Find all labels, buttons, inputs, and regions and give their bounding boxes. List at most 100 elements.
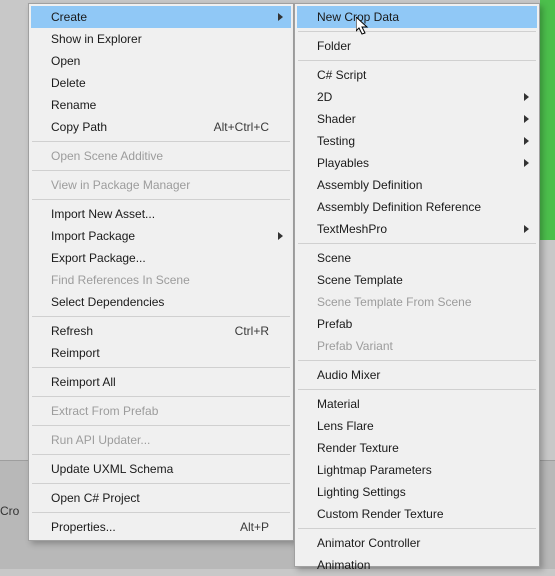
menu-item-scene[interactable]: Scene	[297, 247, 537, 269]
menu-item-properties[interactable]: Properties...Alt+P	[31, 516, 291, 538]
menu-item-label: Open Scene Additive	[51, 149, 269, 163]
menu-item-label: C# Script	[317, 68, 515, 82]
menu-item-label: Export Package...	[51, 251, 269, 265]
menu-item-label: Custom Render Texture	[317, 507, 515, 521]
menu-item-prefab[interactable]: Prefab	[297, 313, 537, 335]
menu-item-label: Folder	[317, 39, 515, 53]
menu-item-show-in-explorer[interactable]: Show in Explorer	[31, 28, 291, 50]
menu-item-label: Reimport	[51, 346, 269, 360]
menu-item-label: Rename	[51, 98, 269, 112]
menu-item-label: Update UXML Schema	[51, 462, 269, 476]
menu-item-folder[interactable]: Folder	[297, 35, 537, 57]
context-menu-primary[interactable]: Create Show in Explorer Open Delete Rename Co…	[28, 3, 294, 541]
menu-item-animation[interactable]: Animation	[297, 554, 537, 576]
menu-separator	[298, 243, 536, 244]
menu-item-label: Scene Template From Scene	[317, 295, 515, 309]
menu-separator	[298, 389, 536, 390]
menu-item-open-csharp-project[interactable]: Open C# Project	[31, 487, 291, 509]
menu-item-assembly-definition[interactable]: Assembly Definition	[297, 174, 537, 196]
menu-item-label: Copy Path	[51, 120, 214, 134]
menu-item-scene-template-from-scene: Scene Template From Scene	[297, 291, 537, 313]
background-accent	[540, 0, 555, 240]
menu-item-reimport-all[interactable]: Reimport All	[31, 371, 291, 393]
menu-item-import-new-asset[interactable]: Import New Asset...	[31, 203, 291, 225]
menu-separator	[32, 367, 290, 368]
menu-item-label: Playables	[317, 156, 515, 170]
menu-item-run-api-updater: Run API Updater...	[31, 429, 291, 451]
menu-item-label: Open	[51, 54, 269, 68]
submenu-arrow-icon	[278, 13, 283, 21]
menu-item-select-dependencies[interactable]: Select Dependencies	[31, 291, 291, 313]
menu-separator	[32, 483, 290, 484]
menu-item-lighting-settings[interactable]: Lighting Settings	[297, 481, 537, 503]
menu-item-playables[interactable]: Playables	[297, 152, 537, 174]
menu-item-label: Properties...	[51, 520, 240, 534]
menu-item-label: Refresh	[51, 324, 235, 338]
submenu-arrow-icon	[524, 137, 529, 145]
menu-separator	[32, 425, 290, 426]
menu-item-label: New Crop Data	[317, 10, 515, 24]
menu-item-label: Import Package	[51, 229, 269, 243]
menu-item-label: Delete	[51, 76, 269, 90]
menu-item-label: Find References In Scene	[51, 273, 269, 287]
menu-item-view-in-package-manager: View in Package Manager	[31, 174, 291, 196]
menu-item-lens-flare[interactable]: Lens Flare	[297, 415, 537, 437]
menu-item-shortcut: Alt+Ctrl+C	[214, 120, 269, 134]
menu-item-assembly-definition-reference[interactable]: Assembly Definition Reference	[297, 196, 537, 218]
menu-item-label: Assembly Definition Reference	[317, 200, 515, 214]
menu-separator	[32, 170, 290, 171]
menu-item-label: Extract From Prefab	[51, 404, 269, 418]
menu-item-label: Lightmap Parameters	[317, 463, 515, 477]
menu-item-label: Create	[51, 10, 269, 24]
menu-item-extract-from-prefab: Extract From Prefab	[31, 400, 291, 422]
menu-separator	[32, 454, 290, 455]
submenu-arrow-icon	[524, 159, 529, 167]
menu-item-label: Material	[317, 397, 515, 411]
menu-separator	[32, 316, 290, 317]
menu-item-custom-render-texture[interactable]: Custom Render Texture	[297, 503, 537, 525]
menu-item-label: Import New Asset...	[51, 207, 269, 221]
menu-item-testing[interactable]: Testing	[297, 130, 537, 152]
menu-item-label: Prefab Variant	[317, 339, 515, 353]
menu-item-animator-controller[interactable]: Animator Controller	[297, 532, 537, 554]
menu-separator	[298, 528, 536, 529]
menu-item-lightmap-parameters[interactable]: Lightmap Parameters	[297, 459, 537, 481]
menu-item-material[interactable]: Material	[297, 393, 537, 415]
menu-item-render-texture[interactable]: Render Texture	[297, 437, 537, 459]
menu-item-shortcut: Alt+P	[240, 520, 269, 534]
menu-item-label: Lighting Settings	[317, 485, 515, 499]
submenu-arrow-icon	[524, 225, 529, 233]
submenu-arrow-icon	[524, 93, 529, 101]
menu-item-shader[interactable]: Shader	[297, 108, 537, 130]
menu-item-find-references: Find References In Scene	[31, 269, 291, 291]
menu-item-rename[interactable]: Rename	[31, 94, 291, 116]
menu-separator	[32, 396, 290, 397]
menu-item-prefab-variant: Prefab Variant	[297, 335, 537, 357]
menu-item-refresh[interactable]: RefreshCtrl+R	[31, 320, 291, 342]
menu-item-scene-template[interactable]: Scene Template	[297, 269, 537, 291]
menu-item-create[interactable]: Create	[31, 6, 291, 28]
menu-item-import-package[interactable]: Import Package	[31, 225, 291, 247]
menu-item-label: Prefab	[317, 317, 515, 331]
menu-item-open[interactable]: Open	[31, 50, 291, 72]
menu-item-csharp-script[interactable]: C# Script	[297, 64, 537, 86]
menu-item-2d[interactable]: 2D	[297, 86, 537, 108]
menu-item-label: 2D	[317, 90, 515, 104]
menu-item-label: Testing	[317, 134, 515, 148]
submenu-arrow-icon	[278, 232, 283, 240]
menu-item-label: Animation	[317, 558, 515, 572]
menu-item-label: Show in Explorer	[51, 32, 269, 46]
menu-item-label: Run API Updater...	[51, 433, 269, 447]
menu-item-delete[interactable]: Delete	[31, 72, 291, 94]
menu-item-audio-mixer[interactable]: Audio Mixer	[297, 364, 537, 386]
menu-separator	[32, 199, 290, 200]
menu-item-update-uxml-schema[interactable]: Update UXML Schema	[31, 458, 291, 480]
menu-item-copy-path[interactable]: Copy PathAlt+Ctrl+C	[31, 116, 291, 138]
menu-item-reimport[interactable]: Reimport	[31, 342, 291, 364]
menu-item-label: View in Package Manager	[51, 178, 269, 192]
menu-item-textmeshpro[interactable]: TextMeshPro	[297, 218, 537, 240]
context-menu-create-submenu[interactable]: New Crop Data Folder C# Script 2D Shader Test…	[294, 3, 540, 567]
menu-item-export-package[interactable]: Export Package...	[31, 247, 291, 269]
menu-item-shortcut: Ctrl+R	[235, 324, 269, 338]
menu-item-new-crop-data[interactable]: New Crop Data	[297, 6, 537, 28]
